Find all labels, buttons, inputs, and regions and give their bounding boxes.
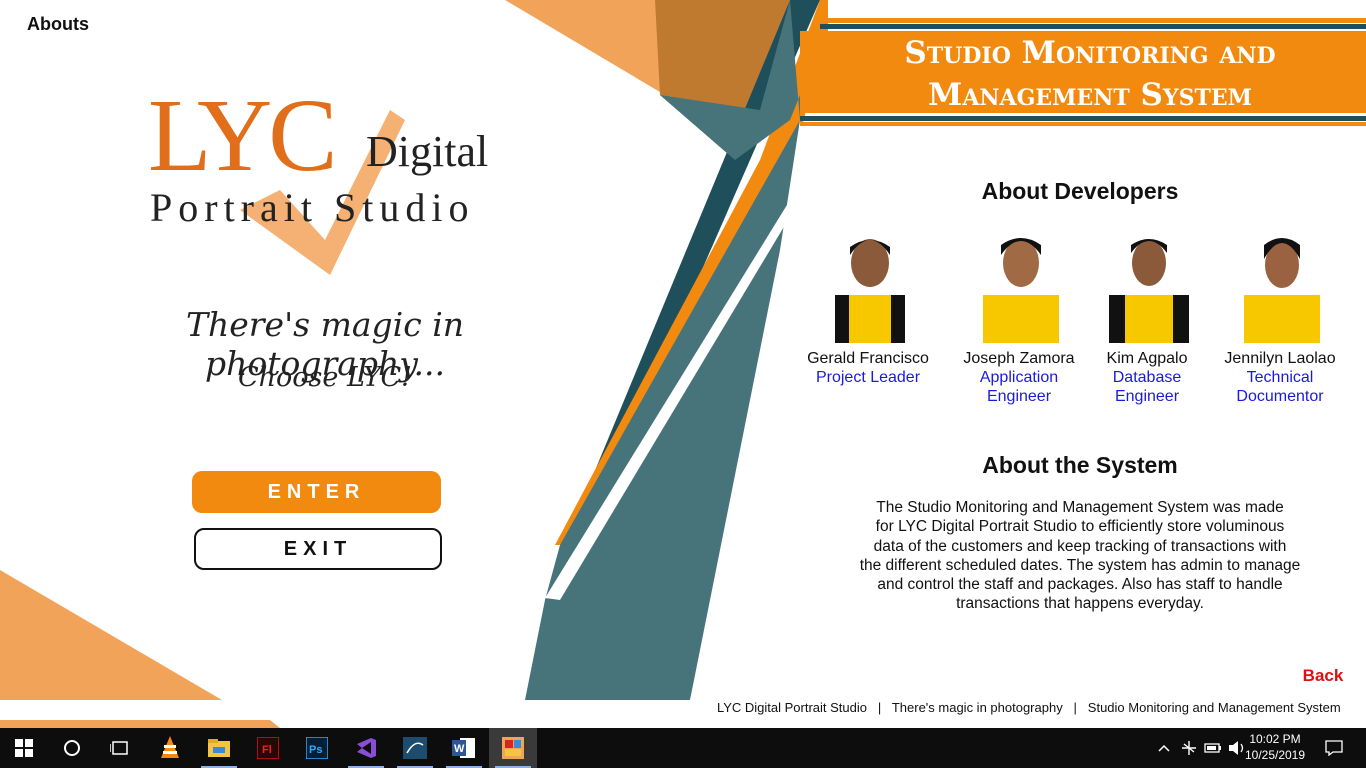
- notifications-icon[interactable]: [1316, 728, 1352, 768]
- battery-icon[interactable]: [1201, 728, 1225, 768]
- svg-text:Fl: Fl: [262, 744, 272, 756]
- taskbar: Fl Ps W 10:02 PM 10/25/2019: [0, 728, 1366, 768]
- svg-text:W: W: [454, 743, 465, 755]
- network-icon[interactable]: [1177, 728, 1201, 768]
- description-line: and control the staff and packages. Also…: [877, 576, 1283, 594]
- about-system-title: About the System: [982, 452, 1178, 478]
- back-button[interactable]: Back: [1287, 656, 1359, 696]
- system-clock[interactable]: 10:02 PM 10/25/2019: [1240, 731, 1310, 763]
- page-title: Abouts: [27, 14, 89, 34]
- description-line: for LYC Digital Portrait Studio to effic…: [875, 518, 1285, 536]
- exit-button[interactable]: EXIT: [194, 528, 442, 570]
- person-icon: [1244, 238, 1320, 343]
- developer-name: Kim Agpalo: [1106, 350, 1188, 367]
- enter-button[interactable]: ENTER: [192, 471, 441, 513]
- chevron-up-icon[interactable]: [1153, 728, 1175, 768]
- cortana-icon[interactable]: [48, 728, 96, 768]
- person-icon: [1109, 239, 1189, 343]
- developer-role: Technical Documentor: [1236, 369, 1324, 405]
- flash-icon[interactable]: Fl: [244, 728, 292, 768]
- svg-text:Ps: Ps: [309, 744, 322, 756]
- vlc-icon[interactable]: [146, 728, 194, 768]
- visual-studio-icon[interactable]: [342, 728, 390, 768]
- lyc-logo: LYC Digital Portrait Studio: [140, 80, 530, 280]
- developer-name: Jennilyn Laolao: [1224, 350, 1336, 367]
- developer-role: Project Leader: [815, 369, 921, 386]
- footer: LYC Digital Portrait Studio | There's ma…: [690, 700, 1366, 718]
- description-line: the different scheduled dates. The syste…: [859, 556, 1301, 574]
- developer-photo: [971, 225, 1067, 343]
- system-title: Studio Monitoring and Management System: [820, 32, 1360, 116]
- developer-photo: [820, 225, 916, 343]
- app-active-icon[interactable]: [489, 728, 537, 768]
- description-line: data of the customers and keep tracking …: [873, 537, 1287, 555]
- mysql-workbench-icon[interactable]: [391, 728, 439, 768]
- clock-date: 10/25/2019: [1244, 748, 1306, 762]
- developer-role: Application Engineer: [979, 369, 1059, 405]
- system-description: The Studio Monitoring and Management Sys…: [840, 498, 1320, 614]
- logo-studio: Portrait Studio: [150, 185, 475, 230]
- footer-separator: |: [877, 700, 882, 715]
- developer-photo: [1099, 225, 1195, 343]
- person-icon: [983, 238, 1059, 343]
- about-developers-title: About Developers: [981, 178, 1179, 204]
- developer-photo: [1232, 225, 1328, 343]
- developer-card: Jennilyn Laolao Technical Documentor: [1205, 225, 1355, 406]
- footer-separator: |: [1073, 700, 1077, 715]
- footer-studio: LYC Digital Portrait Studio: [716, 700, 867, 715]
- description-line: The Studio Monitoring and Management Sys…: [876, 499, 1284, 516]
- person-icon: [835, 239, 905, 343]
- app-window: Abouts LYC Digital Portrait Studio There…: [0, 0, 1366, 728]
- system-title-line1: Studio Monitoring and: [904, 35, 1276, 71]
- developer-role: Database Engineer: [1112, 369, 1182, 405]
- windows-start-icon[interactable]: [0, 728, 48, 768]
- footer-system: Studio Monitoring and Management System: [1087, 700, 1341, 715]
- developer-card: Kim Agpalo Database Engineer: [1072, 225, 1222, 406]
- task-view-icon[interactable]: [96, 728, 144, 768]
- file-explorer-icon[interactable]: [195, 728, 243, 768]
- clock-time: 10:02 PM: [1249, 732, 1301, 746]
- logo-digital: Digital: [366, 127, 489, 176]
- tagline-sub: Choose LYC!: [237, 362, 413, 393]
- description-line: transactions that happens everyday.: [956, 595, 1204, 613]
- developer-card: Gerald Francisco Project Leader: [793, 225, 943, 387]
- footer-tagline: There's magic in photography: [891, 700, 1063, 715]
- word-icon[interactable]: W: [440, 728, 488, 768]
- system-title-line2: Management System: [928, 77, 1252, 113]
- photoshop-icon[interactable]: Ps: [293, 728, 341, 768]
- developer-name: Gerald Francisco: [807, 350, 929, 367]
- logo-brand: LYC: [148, 78, 338, 193]
